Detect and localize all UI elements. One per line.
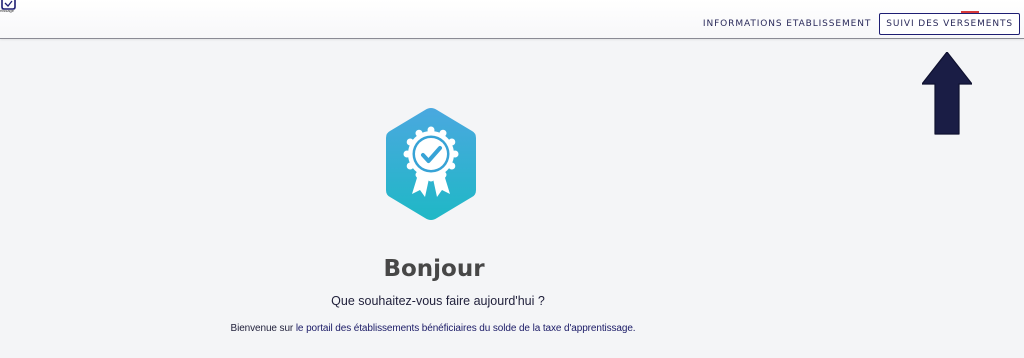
logo-caption: rtissage bbox=[0, 8, 15, 13]
page-title: Bonjour bbox=[383, 256, 485, 282]
arrow-up-icon bbox=[922, 52, 972, 135]
welcome-message: Bienvenue sur le portail des établisseme… bbox=[0, 323, 866, 334]
award-badge-check-icon bbox=[386, 108, 476, 220]
nav-informations-etablissement[interactable]: INFORMATIONS ETABLISSEMENT bbox=[703, 19, 871, 29]
main-navigation: INFORMATIONS ETABLISSEMENT SUIVI DES VER… bbox=[703, 11, 1020, 36]
active-indicator bbox=[961, 11, 979, 13]
top-header: rtissage INFORMATIONS ETABLISSEMENT SUIV… bbox=[0, 0, 1024, 39]
page-subtitle: Que souhaitez-vous faire aujourd'hui ? bbox=[331, 294, 545, 308]
nav-suivi-des-versements[interactable]: SUIVI DES VERSEMENTS bbox=[879, 11, 1020, 35]
nav-suivi-des-versements-label: SUIVI DES VERSEMENTS bbox=[886, 19, 1013, 29]
welcome-emphasis: le portail des établissements bénéficiai… bbox=[295, 323, 636, 334]
welcome-prefix: Bienvenue sur bbox=[230, 323, 296, 334]
